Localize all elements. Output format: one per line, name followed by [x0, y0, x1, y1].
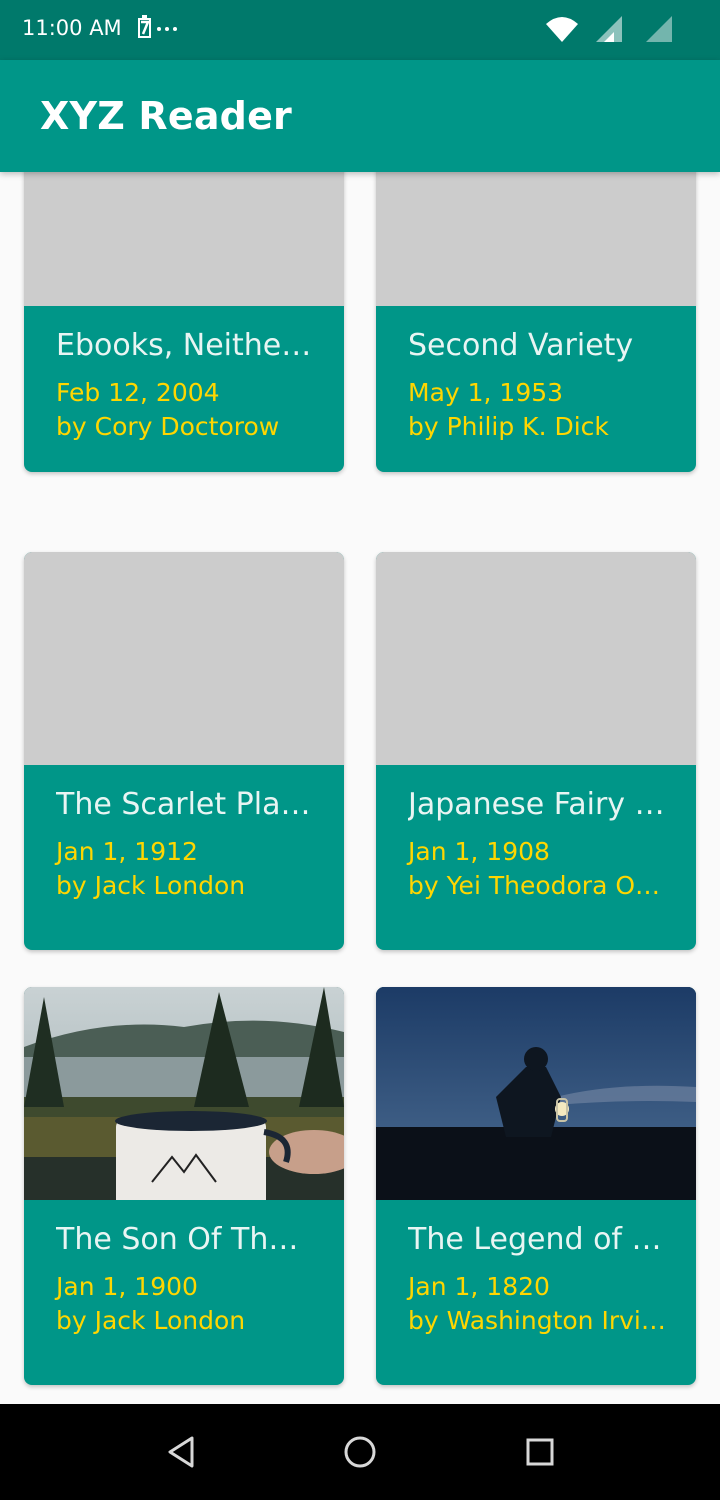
article-card[interactable]: The Scarlet Plag… Jan 1, 1912 by Jack Lo…: [24, 552, 344, 950]
article-date: Jan 1, 1908: [408, 837, 550, 866]
article-card[interactable]: Ebooks, Neither … Feb 12, 2004 by Cory D…: [24, 172, 344, 472]
article-date: Feb 12, 2004: [56, 378, 220, 407]
article-title: The Legend of S…: [408, 1222, 666, 1257]
cell-signal-empty-icon: [646, 16, 672, 42]
article-title: The Scarlet Plag…: [56, 787, 314, 822]
status-time: 11:00 AM: [22, 16, 122, 40]
article-thumbnail-image: [24, 987, 344, 1200]
article-date: Jan 1, 1820: [408, 1272, 550, 1301]
article-info: Second Variety May 1, 1953 by Philip K. …: [376, 306, 696, 472]
app-bar: XYZ Reader: [0, 60, 720, 172]
article-card[interactable]: Japanese Fairy … Jan 1, 1908 by Yei Theo…: [376, 552, 696, 950]
status-bar: 11:00 AM: [0, 0, 720, 60]
article-info: The Scarlet Plag… Jan 1, 1912 by Jack Lo…: [24, 765, 344, 950]
article-card[interactable]: The Son Of The … Jan 1, 1900 by Jack Lon…: [24, 987, 344, 1385]
home-icon[interactable]: [336, 1428, 384, 1476]
article-author: by Cory Doctorow: [56, 412, 280, 441]
article-author: by Jack London: [56, 871, 246, 900]
article-thumbnail-placeholder: [24, 172, 344, 306]
article-list[interactable]: Ebooks, Neither … Feb 12, 2004 by Cory D…: [0, 172, 720, 1404]
article-title: The Son Of The …: [56, 1222, 314, 1257]
recents-icon[interactable]: [516, 1428, 564, 1476]
back-icon[interactable]: [156, 1428, 204, 1476]
article-card[interactable]: Second Variety May 1, 1953 by Philip K. …: [376, 172, 696, 472]
article-info: Ebooks, Neither … Feb 12, 2004 by Cory D…: [24, 306, 344, 472]
article-title: Ebooks, Neither …: [56, 328, 314, 363]
article-title: Japanese Fairy …: [408, 787, 665, 822]
wifi-icon: [546, 17, 578, 42]
article-title: Second Variety: [408, 328, 634, 363]
article-author: by Washington Irvi…: [408, 1306, 666, 1335]
lantern-night-photo: [376, 987, 696, 1200]
article-info: The Son Of The … Jan 1, 1900 by Jack Lon…: [24, 1200, 344, 1385]
status-icons: [544, 14, 684, 44]
article-info: Japanese Fairy … Jan 1, 1908 by Yei Theo…: [376, 765, 696, 950]
article-thumbnail-placeholder: [376, 172, 696, 306]
article-date: Jan 1, 1912: [56, 837, 198, 866]
cell-signal-icon: [596, 16, 622, 42]
article-author: by Yei Theodora O…: [408, 871, 661, 900]
article-date: May 1, 1953: [408, 378, 564, 407]
article-thumbnail-placeholder: [24, 552, 344, 765]
article-author: by Jack London: [56, 1306, 246, 1335]
notification-icon: [138, 14, 182, 47]
article-author: by Philip K. Dick: [408, 412, 609, 441]
article-date: Jan 1, 1900: [56, 1272, 198, 1301]
article-info: The Legend of S… Jan 1, 1820 by Washingt…: [376, 1200, 696, 1385]
system-nav-bar: [0, 1404, 720, 1500]
article-thumbnail-image: [376, 987, 696, 1200]
app-title: XYZ Reader: [40, 94, 292, 138]
camping-mug-photo: [24, 987, 344, 1200]
article-card[interactable]: The Legend of S… Jan 1, 1820 by Washingt…: [376, 987, 696, 1385]
article-thumbnail-placeholder: [376, 552, 696, 765]
